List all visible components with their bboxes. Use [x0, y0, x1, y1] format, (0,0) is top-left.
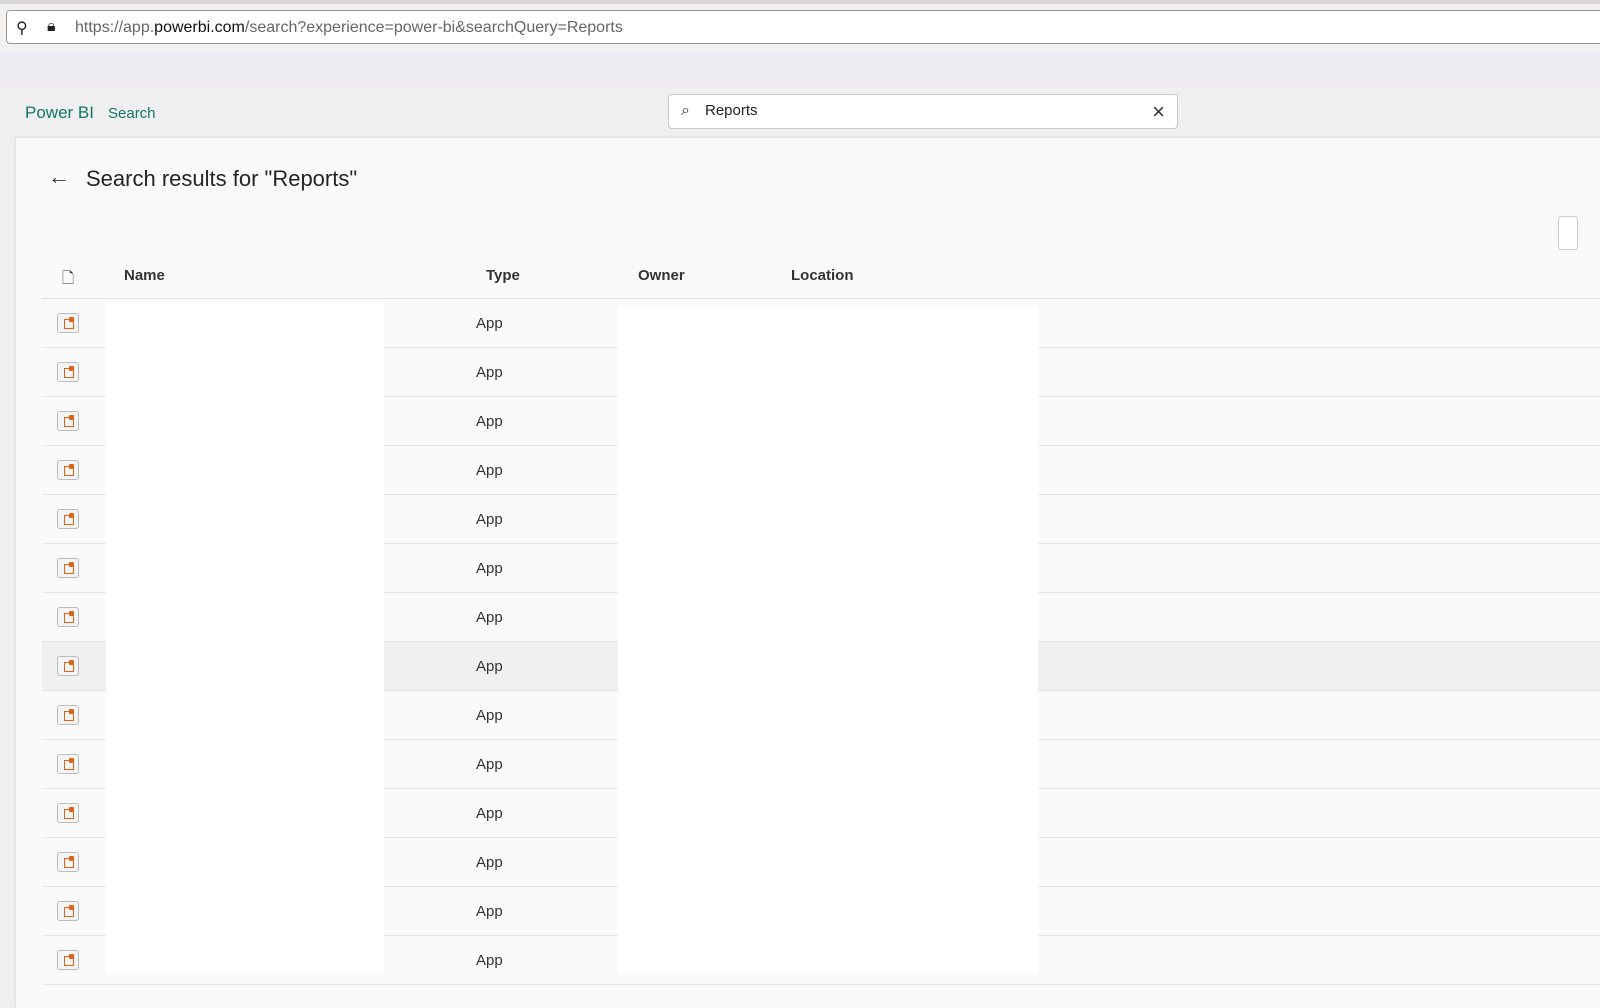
file-type-icon: 🗋︎	[62, 270, 75, 287]
banner-strip	[0, 50, 1600, 86]
page-title: Search results for "Reports"	[86, 166, 358, 191]
site-permissions-icon[interactable]: ⚲	[16, 18, 28, 38]
app-icon	[57, 901, 79, 921]
back-arrow-icon[interactable]: ←	[48, 164, 70, 190]
column-header-type[interactable]: Type	[486, 267, 520, 284]
breadcrumb[interactable]: Search	[108, 105, 156, 122]
type-cell: App	[476, 315, 503, 332]
app-icon	[57, 754, 79, 774]
type-cell: App	[476, 854, 503, 871]
url-field[interactable]: ⚲ 🔒︎ https://app.powerbi.com/search?expe…	[6, 10, 1600, 44]
type-cell: App	[476, 658, 503, 675]
type-cell: App	[476, 707, 503, 724]
browser-address-bar: ⚲ 🔒︎ https://app.powerbi.com/search?expe…	[0, 0, 1600, 50]
app-icon	[57, 509, 79, 529]
redacted-owner-location-columns	[618, 306, 1038, 974]
type-cell: App	[476, 952, 503, 969]
search-input[interactable]	[705, 102, 1125, 119]
type-cell: App	[476, 609, 503, 626]
app-icon	[57, 607, 79, 627]
url-text[interactable]: https://app.powerbi.com/search?experienc…	[75, 19, 623, 37]
type-cell: App	[476, 462, 503, 479]
toolbar-button[interactable]	[1558, 216, 1578, 250]
type-cell: App	[476, 805, 503, 822]
type-cell: App	[476, 413, 503, 430]
app-icon	[57, 656, 79, 676]
app-icon	[57, 705, 79, 725]
app-icon	[57, 313, 79, 333]
redacted-name-column	[106, 302, 384, 974]
type-cell: App	[476, 756, 503, 773]
app-header: Power BI Search ⌕ ×	[0, 86, 1600, 138]
column-header-location[interactable]: Location	[791, 267, 854, 284]
column-header-owner[interactable]: Owner	[638, 267, 685, 284]
app-icon	[57, 803, 79, 823]
app-icon	[57, 362, 79, 382]
clear-search-icon[interactable]: ×	[1152, 99, 1165, 125]
search-box[interactable]: ⌕ ×	[668, 94, 1178, 129]
app-icon	[57, 558, 79, 578]
search-icon: ⌕	[681, 102, 690, 119]
app-icon	[57, 852, 79, 872]
brand-logo-text[interactable]: Power BI	[25, 103, 94, 123]
app-icon	[57, 460, 79, 480]
app-icon	[57, 411, 79, 431]
type-cell: App	[476, 560, 503, 577]
lock-icon[interactable]: 🔒︎	[47, 18, 56, 36]
type-cell: App	[476, 903, 503, 920]
type-cell: App	[476, 364, 503, 381]
type-cell: App	[476, 511, 503, 528]
column-header-name[interactable]: Name	[124, 267, 165, 284]
app-icon	[57, 950, 79, 970]
